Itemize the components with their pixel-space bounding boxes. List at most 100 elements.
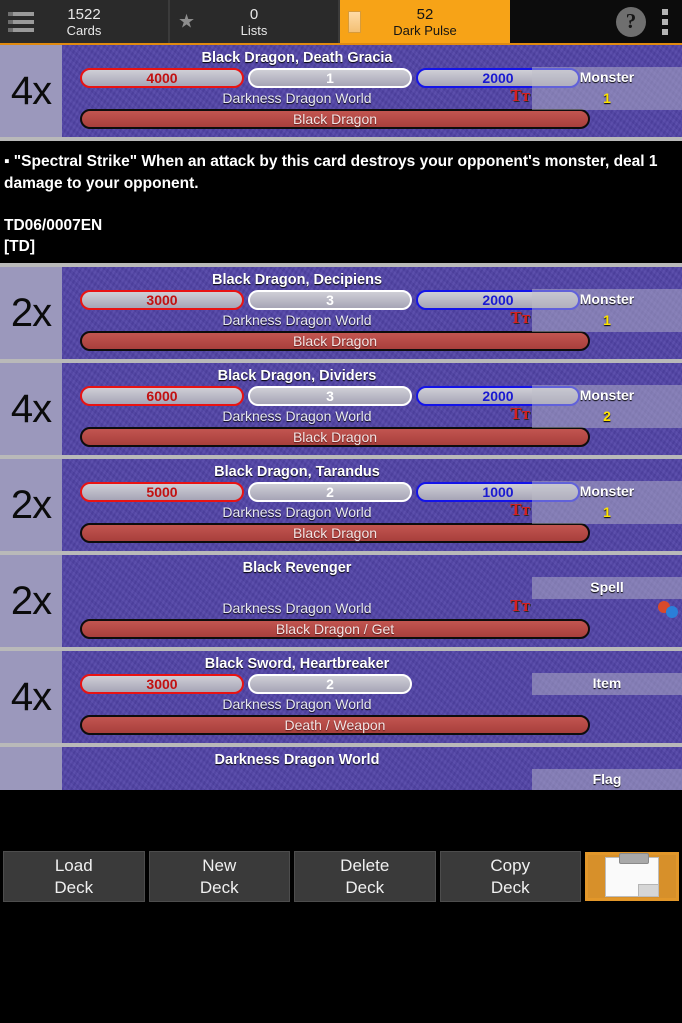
card-row[interactable]: Darkness Dragon World Flag <box>0 747 682 790</box>
card-row[interactable]: 2x Black Dragon, Decipiens 3000 3 2000 D… <box>0 267 682 359</box>
text-size-icon[interactable]: Tт <box>510 597 530 614</box>
card-stats: 5000 2 1000 <box>62 482 586 502</box>
text-size-icon[interactable]: Tт <box>510 501 530 518</box>
text-size-icon[interactable]: Tт <box>510 309 530 326</box>
card-quantity <box>0 747 62 790</box>
tab-lists-label: Lists <box>240 22 268 38</box>
tab-cards-count: 1522 <box>67 5 101 23</box>
card-name: Black Sword, Heartbreaker <box>204 656 390 672</box>
card-body: Black Revenger Darkness Dragon World Bla… <box>62 555 682 647</box>
card-name: Black Dragon, Death Gracia <box>201 50 393 66</box>
card-attack-pill: 6000 <box>80 386 244 406</box>
card-row[interactable]: 4x Black Sword, Heartbreaker 3000 2 Dark… <box>0 651 682 743</box>
topbar-actions: ? <box>616 0 682 43</box>
tab-cards-label: Cards <box>66 22 102 38</box>
topbar-spacer <box>510 0 616 43</box>
card-row[interactable]: 4x Black Dragon, Death Gracia 4000 1 200… <box>0 45 682 137</box>
card-stats: 4000 1 2000 <box>62 68 586 88</box>
card-type-label: Monster <box>579 387 635 403</box>
card-quantity: 4x <box>0 651 62 743</box>
tab-lists-count: 0 <box>249 5 259 23</box>
card-type-label: Spell <box>590 579 624 595</box>
card-quantity: 4x <box>0 363 62 455</box>
new-deck-line1: New <box>202 855 237 875</box>
card-type-label: Monster <box>579 483 635 499</box>
card-stats: 6000 3 2000 <box>62 386 586 406</box>
card-type-badge: Monster 1 <box>532 67 682 110</box>
card-attack-pill: 3000 <box>80 290 244 310</box>
card-name: Darkness Dragon World <box>214 752 380 768</box>
card-attack-pill: 5000 <box>80 482 244 502</box>
card-quantity: 2x <box>0 459 62 551</box>
card-attack-pill: 4000 <box>80 68 244 88</box>
card-row[interactable]: 2x Black Dragon, Tarandus 5000 2 1000 Da… <box>0 459 682 551</box>
card-type-value: 1 <box>603 90 611 106</box>
copy-deck-line2: Deck <box>490 877 530 897</box>
card-name: Black Dragon, Dividers <box>217 368 377 384</box>
card-world: Darkness Dragon World <box>222 696 372 712</box>
card-set-code: [TD] <box>4 238 35 255</box>
load-deck-line1: Load <box>54 855 93 875</box>
card-attribute: Black Dragon <box>80 109 590 129</box>
card-critical-pill: 2 <box>248 482 412 502</box>
tab-deck[interactable]: 52 Dark Pulse <box>340 0 510 43</box>
tab-deck-label: Dark Pulse <box>393 22 457 38</box>
deck-builder-screen: 1522 Cards ★ 0 Lists 52 Dark Pulse ? 4x … <box>0 0 682 1023</box>
deck-action-bar: Load Deck New Deck Delete Deck Copy Deck <box>0 850 682 903</box>
card-quantity: 4x <box>0 45 62 137</box>
card-stats: 3000 2 <box>62 674 586 694</box>
card-row[interactable]: 2x Black Revenger Darkness Dragon World … <box>0 555 682 647</box>
card-type-badge: Monster 2 <box>532 385 682 428</box>
card-type-label: Monster <box>579 291 635 307</box>
card-type-badge: Spell <box>532 577 682 599</box>
load-deck-line2: Deck <box>54 877 94 897</box>
list-icon <box>8 11 34 32</box>
card-name: Black Dragon, Decipiens <box>211 272 383 288</box>
card-type-badge: Flag <box>532 769 682 790</box>
card-critical-pill: 2 <box>248 674 412 694</box>
new-deck-button[interactable]: New Deck <box>148 851 290 902</box>
card-type-badge: Monster 1 <box>532 481 682 524</box>
top-tab-bar: 1522 Cards ★ 0 Lists 52 Dark Pulse ? <box>0 0 682 45</box>
card-name: Black Revenger <box>242 560 352 576</box>
delete-deck-button[interactable]: Delete Deck <box>294 851 436 902</box>
card-body: Black Dragon, Decipiens 3000 3 2000 Dark… <box>62 267 682 359</box>
card-type-value: 1 <box>603 504 611 520</box>
card-attribute: Black Dragon / Get <box>80 619 590 639</box>
card-quantity: 2x <box>0 555 62 647</box>
card-type-value: 1 <box>603 312 611 328</box>
card-critical-pill: 3 <box>248 290 412 310</box>
load-deck-button[interactable]: Load Deck <box>3 851 145 902</box>
star-icon: ★ <box>178 11 196 32</box>
card-body: Black Dragon, Death Gracia 4000 1 2000 D… <box>62 45 682 137</box>
card-type-label: Monster <box>579 69 635 85</box>
card-body: Darkness Dragon World Flag <box>62 747 682 790</box>
card-world: Darkness Dragon World <box>222 600 372 616</box>
copy-deck-button[interactable]: Copy Deck <box>439 851 581 902</box>
card-type-badge: Item <box>532 673 682 695</box>
bookmark-icon <box>348 10 361 33</box>
card-attack-pill: 3000 <box>80 674 244 694</box>
card-description-panel: ▪ "Spectral Strike" When an attack by th… <box>0 141 682 263</box>
copy-deck-line1: Copy <box>490 855 531 875</box>
card-body: Black Sword, Heartbreaker 3000 2 Darknes… <box>62 651 682 743</box>
text-size-icon[interactable]: Tт <box>510 405 530 422</box>
card-number: TD06/0007EN <box>4 217 103 234</box>
tab-cards[interactable]: 1522 Cards <box>0 0 170 43</box>
card-status-badges <box>658 601 678 618</box>
help-icon[interactable]: ? <box>616 6 646 37</box>
card-critical-pill: 3 <box>248 386 412 406</box>
tab-deck-count: 52 <box>416 5 434 23</box>
overflow-menu-icon[interactable] <box>658 7 672 37</box>
card-quantity: 2x <box>0 267 62 359</box>
delete-deck-line2: Deck <box>345 877 385 897</box>
card-row[interactable]: 4x Black Dragon, Dividers 6000 3 2000 Da… <box>0 363 682 455</box>
text-size-icon[interactable]: Tт <box>510 87 530 104</box>
clipboard-button[interactable] <box>585 852 679 901</box>
clipboard-icon <box>605 852 659 897</box>
new-deck-line2: Deck <box>199 877 239 897</box>
card-stats: 3000 3 2000 <box>62 290 586 310</box>
card-attribute: Black Dragon <box>80 523 590 543</box>
tab-lists[interactable]: ★ 0 Lists <box>170 0 340 43</box>
